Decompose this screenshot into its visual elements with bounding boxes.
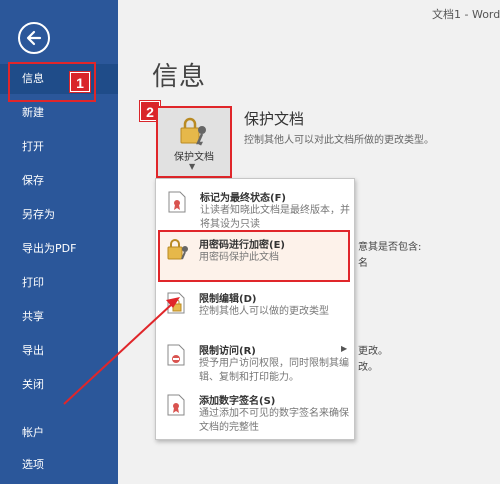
sidebar-item-export[interactable]: 导出 bbox=[0, 336, 118, 366]
lock-key-icon bbox=[180, 117, 206, 146]
menu-item-desc: 通过添加不可见的数字签名来确保文档的完整性 bbox=[199, 408, 349, 433]
lock-key-icon bbox=[167, 239, 188, 260]
sidebar-item-share[interactable]: 共享 bbox=[0, 302, 118, 332]
sidebar-item-print[interactable]: 打印 bbox=[0, 268, 118, 298]
page-title: 信息 bbox=[152, 62, 207, 92]
window-title: 文档1 - Word bbox=[432, 8, 500, 21]
background-fragment: 意其是否包含: bbox=[358, 242, 422, 253]
backstage-sidebar: 信息 新建 打开 保存 另存为 导出为PDF 打印 共享 导出 关闭 帐户 选项 bbox=[0, 0, 118, 484]
menu-item-desc: 用密码保护此文档 bbox=[199, 252, 279, 263]
menu-item-restrict-editing[interactable]: 限制编辑(D) 控制其他人可以做的更改类型 bbox=[155, 286, 353, 338]
sidebar-item-save-as[interactable]: 另存为 bbox=[0, 200, 118, 230]
back-arrow-icon[interactable] bbox=[18, 22, 50, 54]
protect-button-label: 保护文档 bbox=[174, 152, 214, 163]
menu-item-title: 添加数字签名(S) bbox=[199, 396, 276, 407]
document-restrict-icon bbox=[167, 344, 185, 366]
sidebar-item-save[interactable]: 保存 bbox=[0, 166, 118, 196]
background-fragment: 名 bbox=[358, 258, 368, 269]
menu-item-title: 限制访问(R) bbox=[199, 346, 256, 357]
menu-item-encrypt-password[interactable]: 用密码进行加密(E) 用密码保护此文档 bbox=[155, 232, 353, 284]
protect-document-menu-items: 用密码进行加密(E) 用密码保护此文档 限制编辑(D) 控制其他人可以做的更改类… bbox=[155, 178, 355, 440]
protect-section-title: 保护文档 bbox=[244, 110, 305, 128]
protect-section-desc: 控制其他人可以对此文档所做的更改类型。 bbox=[244, 135, 434, 146]
menu-item-desc: 控制其他人可以做的更改类型 bbox=[199, 306, 329, 317]
sidebar-item-export-pdf[interactable]: 导出为PDF bbox=[0, 234, 118, 264]
menu-item-desc: 授予用户访问权限，同时限制其编辑、复制和打印能力。 bbox=[199, 358, 349, 383]
sidebar-item-open[interactable]: 打开 bbox=[0, 132, 118, 162]
menu-item-title: 限制编辑(D) bbox=[199, 294, 257, 305]
protect-document-button[interactable]: 保护文档 ▼ bbox=[156, 106, 232, 178]
chevron-right-icon: ▶ bbox=[341, 344, 348, 353]
sidebar-item-account[interactable]: 帐户 bbox=[0, 418, 118, 448]
menu-item-add-signature[interactable]: 添加数字签名(S) 通过添加不可见的数字签名来确保文档的完整性 bbox=[155, 388, 353, 440]
sidebar-item-new[interactable]: 新建 bbox=[0, 98, 118, 128]
document-signature-icon bbox=[167, 394, 185, 416]
sidebar-item-options[interactable]: 选项 bbox=[0, 450, 118, 480]
document-lock-icon bbox=[167, 292, 185, 314]
menu-item-title: 用密码进行加密(E) bbox=[199, 240, 285, 251]
background-fragment: 改。 bbox=[358, 362, 378, 373]
chevron-down-icon: ▼ bbox=[189, 162, 196, 171]
sidebar-item-close[interactable]: 关闭 bbox=[0, 370, 118, 400]
callout-badge-1: 1 bbox=[70, 72, 90, 92]
background-fragment: 更改。 bbox=[358, 346, 388, 357]
menu-item-restrict-access[interactable]: 限制访问(R) 授予用户访问权限，同时限制其编辑、复制和打印能力。 ▶ bbox=[155, 338, 353, 390]
